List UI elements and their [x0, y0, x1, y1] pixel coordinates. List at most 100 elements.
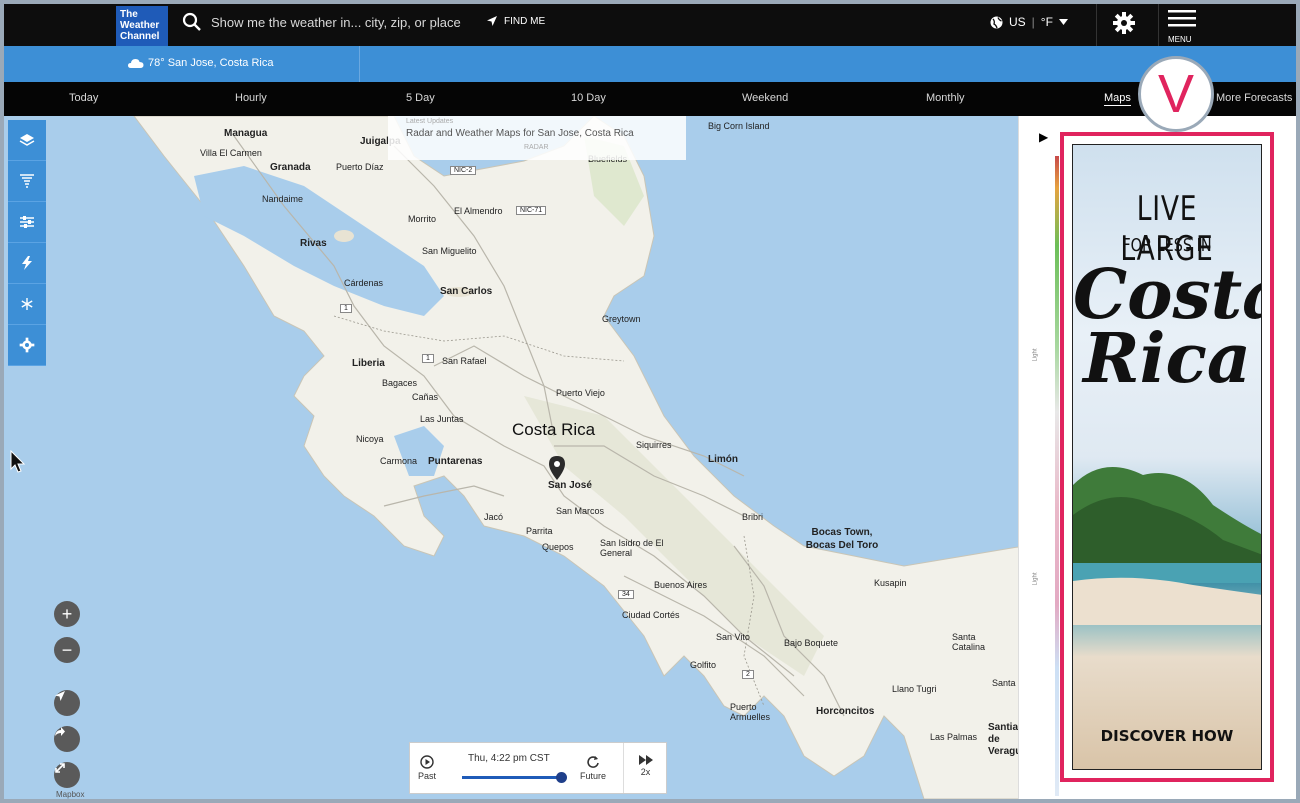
past-label: Past: [418, 771, 437, 781]
timeline-slider-handle[interactable]: [556, 772, 567, 783]
road-shield: NIC-2: [450, 166, 477, 175]
forecast-nav: Today Hourly 5 Day 10 Day Weekend Monthl…: [4, 82, 1296, 116]
mouse-cursor-icon: [10, 450, 26, 473]
ad-destination-line2: Rica: [1083, 319, 1251, 399]
playback-speed-button[interactable]: 2x: [623, 743, 667, 793]
radar-map[interactable]: Managua Juigalpa Villa El Carmen Granada…: [4, 116, 1056, 799]
tab-10-day[interactable]: 10 Day: [571, 92, 606, 104]
map-label: Golfito: [690, 660, 717, 670]
info-panel-title: Radar and Weather Maps for San Jose, Cos…: [406, 128, 634, 139]
location-bar: 78° San Jose, Costa Rica: [4, 46, 1296, 82]
map-label: Jacó: [484, 512, 504, 522]
gear-icon: [1113, 12, 1135, 34]
map-settings-button[interactable]: [8, 325, 46, 366]
country-label: Costa Rica: [512, 420, 596, 439]
menu-button[interactable]: MENU: [1168, 8, 1196, 44]
caret-down-icon: [1058, 19, 1068, 25]
tornado-icon: [20, 174, 34, 188]
road-shield: NIC-71: [516, 206, 547, 215]
timeline-slider[interactable]: [462, 776, 562, 779]
map-label: San Rafael: [442, 356, 487, 366]
current-location-text: 78° San Jose, Costa Rica: [148, 57, 274, 69]
settings-button[interactable]: [1112, 11, 1136, 40]
map-label: Nicoya: [356, 434, 384, 444]
map-label: Liberia: [352, 358, 385, 369]
tab-monthly[interactable]: Monthly: [926, 92, 965, 104]
map-label: Bagaces: [382, 378, 418, 388]
menu-label: MENU: [1168, 35, 1192, 44]
current-location[interactable]: 78° San Jose, Costa Rica: [128, 57, 273, 69]
logo-text-3: Channel: [120, 31, 160, 42]
filters-button[interactable]: [8, 202, 46, 243]
zoom-in-button[interactable]: +: [54, 601, 80, 627]
map-label: Cañas: [412, 392, 439, 402]
map-pin-icon[interactable]: [543, 454, 571, 482]
storm-button[interactable]: [8, 161, 46, 202]
share-arrow-icon: [55, 727, 65, 736]
map-label: Bajo Boquete: [784, 638, 839, 648]
v-badge: V: [1138, 56, 1214, 132]
map-label: Las Palmas: [930, 732, 978, 742]
tab-more-forecasts[interactable]: More Forecasts: [1216, 92, 1292, 104]
costa-rica-ad[interactable]: LIVE LARGE FOR LESS IN Costa Rica DISCOV…: [1072, 144, 1262, 770]
top-bar: The Weather Channel Show me the weather …: [4, 4, 1296, 46]
units-selector[interactable]: US | °F: [990, 15, 1068, 29]
ad-cta-button[interactable]: DISCOVER HOW: [1073, 727, 1261, 745]
legend-label: Light: [1032, 348, 1039, 362]
snowflake-icon: [21, 298, 33, 310]
gear-icon: [19, 337, 35, 353]
road-shield: 2: [742, 670, 754, 679]
map-label: Rivas: [300, 238, 327, 249]
locate-button[interactable]: [54, 690, 80, 716]
collapse-legend-arrow-icon[interactable]: ▶: [1039, 130, 1048, 144]
zoom-out-button[interactable]: −: [54, 637, 80, 663]
radar-intensity-scale: [1055, 156, 1059, 796]
browser-frame: The Weather Channel Show me the weather …: [4, 4, 1296, 799]
legend-label: Light: [1032, 572, 1039, 586]
units-country: US: [1009, 15, 1026, 29]
map-label: Limón: [708, 454, 738, 465]
share-button[interactable]: [54, 726, 80, 752]
lightning-icon: [22, 256, 32, 270]
map-label: Bocas Town, Bocas Del Toro: [805, 527, 879, 551]
past-button[interactable]: Past: [418, 755, 436, 781]
fullscreen-button[interactable]: [54, 762, 80, 788]
tab-today[interactable]: Today: [69, 92, 98, 104]
map-label: San Vito: [716, 632, 750, 642]
cloud-icon: [128, 59, 144, 68]
future-label: Future: [580, 771, 607, 781]
tab-weekend[interactable]: Weekend: [742, 92, 788, 104]
header-divider: [1096, 4, 1097, 46]
lightning-button[interactable]: [8, 243, 46, 284]
future-button[interactable]: Future: [580, 755, 606, 781]
layers-icon: [19, 134, 35, 146]
map-label: Las Juntas: [420, 414, 464, 424]
map-label: Quepos: [542, 542, 574, 552]
map-attribution[interactable]: Mapbox: [56, 790, 84, 799]
map-label: Puerto Díaz: [336, 162, 384, 172]
tab-maps[interactable]: Maps: [1104, 92, 1131, 106]
layers-button[interactable]: [8, 120, 46, 161]
beach-photo: [1073, 467, 1261, 625]
map-label: San Isidro de El General: [600, 538, 664, 558]
map-label: Kusapin: [874, 578, 907, 588]
map-label: Parrita: [526, 526, 553, 536]
search-input[interactable]: Show me the weather in... city, zip, or …: [211, 15, 461, 30]
location-arrow-icon: [55, 691, 65, 701]
map-label: Greytown: [602, 314, 641, 324]
find-me-button[interactable]: FIND ME: [486, 15, 545, 27]
map-label: Granada: [270, 162, 311, 173]
hamburger-icon: [1168, 10, 1196, 27]
map-label: Carmona: [380, 456, 418, 466]
weather-channel-logo[interactable]: The Weather Channel: [116, 6, 168, 46]
map-label: Siquirres: [636, 440, 672, 450]
map-label: Ciudad Cortés: [622, 610, 680, 620]
search-box[interactable]: Show me the weather in... city, zip, or …: [182, 12, 461, 32]
search-icon: [182, 12, 201, 31]
tab-hourly[interactable]: Hourly: [235, 92, 267, 104]
road-shield: 34: [618, 590, 634, 599]
logo-text-2: Weather: [120, 20, 160, 31]
tab-5-day[interactable]: 5 Day: [406, 92, 435, 104]
ad-subheadline: FOR LESS IN: [1122, 235, 1212, 256]
snow-button[interactable]: [8, 284, 46, 325]
